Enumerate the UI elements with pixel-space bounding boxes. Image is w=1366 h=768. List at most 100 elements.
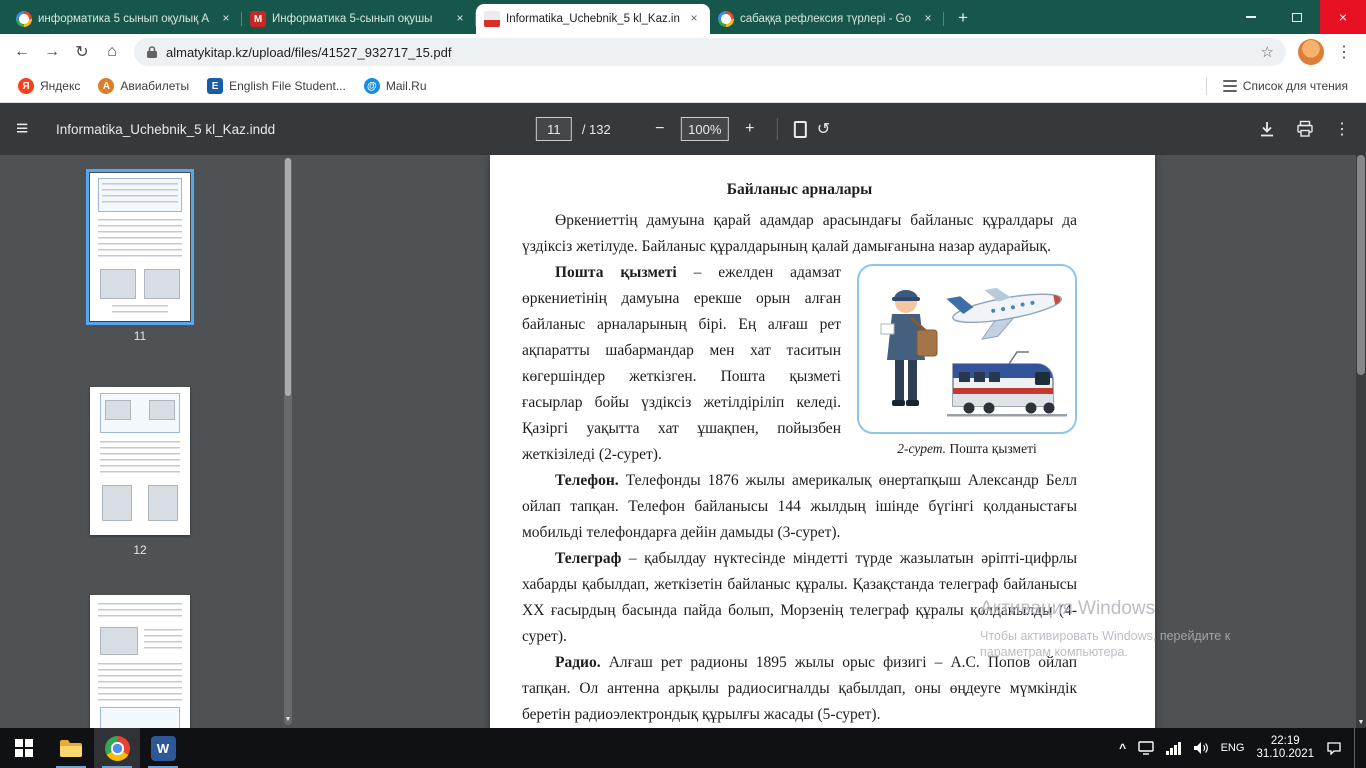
bookmark-star-icon[interactable]: ☆: [1261, 43, 1274, 61]
tab-informatika-site[interactable]: М Информатика 5-сынып оқушы ×: [242, 4, 476, 34]
signal-bars-icon[interactable]: [1166, 741, 1181, 755]
sidebar-scroll-down-icon[interactable]: ▼: [284, 716, 292, 723]
browser-menu-icon[interactable]: ⋮: [1330, 38, 1358, 66]
url-field[interactable]: almatykitap.kz/upload/files/41527_932717…: [134, 38, 1286, 66]
forward-icon[interactable]: →: [38, 38, 66, 66]
back-icon[interactable]: ←: [8, 38, 36, 66]
minimize-button[interactable]: [1228, 0, 1274, 34]
file-explorer-button[interactable]: [48, 728, 94, 768]
system-tray: ^ ENG 22:19 31.10.2021: [1119, 728, 1366, 768]
bookmark-english-file[interactable]: E English File Student...: [199, 74, 354, 98]
pdf-content-area: 11 12 ▼ Байланыс арналары Өркениеттің да…: [0, 155, 1366, 728]
thumbnail-page-number: 11: [133, 329, 147, 343]
bookmark-yandex[interactable]: Я Яндекс: [10, 74, 88, 98]
windows-logo-icon: [15, 739, 33, 757]
english-file-icon: E: [207, 78, 224, 94]
url-text: almatykitap.kz/upload/files/41527_932717…: [166, 44, 452, 60]
volume-icon[interactable]: [1193, 741, 1209, 755]
toolbar-separator: [776, 118, 778, 140]
paragraph-text: – ежелден адамзат өркениетінің дамуына е…: [522, 264, 841, 463]
thumbnail-image: [148, 485, 178, 521]
thumbnail-preview: [90, 387, 190, 535]
google-favicon: [718, 11, 734, 27]
close-window-button[interactable]: ×: [1320, 0, 1366, 34]
tab-close-icon[interactable]: ×: [686, 11, 702, 27]
bookmark-aviabilety[interactable]: А Авиабилеты: [90, 74, 197, 98]
sidebar-scrollbar[interactable]: ▼: [284, 158, 292, 725]
paragraph-lead: Телефон.: [555, 472, 619, 489]
start-button[interactable]: [0, 728, 48, 768]
thumbnail-page-number: 12: [133, 543, 147, 557]
paragraph-telegraf: Телеграф – қабылдау нүктесінде міндетті …: [522, 546, 1077, 650]
content-scrollbar[interactable]: ▼: [1356, 155, 1366, 728]
thumbnail-text: [144, 629, 182, 653]
figure-postal-service: 2-сурет. Пошта қызметі: [857, 264, 1077, 458]
page-total-label: / 132: [581, 121, 611, 137]
tab-refleksiya[interactable]: сабаққа рефлексия түрлері - Go ×: [710, 4, 944, 34]
chrome-button[interactable]: [94, 728, 140, 768]
zoom-in-button[interactable]: +: [739, 120, 761, 138]
hidden-icons-caret[interactable]: ^: [1119, 741, 1126, 755]
paragraph-text: Өркениеттің дамуына қарай адамдар арасын…: [522, 212, 1077, 255]
maximize-button[interactable]: [1274, 0, 1320, 34]
show-desktop-button[interactable]: [1354, 728, 1358, 768]
pdf-menu-icon[interactable]: ⋮: [1334, 119, 1350, 139]
word-icon: W: [150, 735, 176, 761]
thumbnail-image: [100, 269, 136, 299]
profile-avatar[interactable]: [1298, 39, 1324, 65]
pdf-page: Байланыс арналары Өркениеттің дамуына қа…: [490, 155, 1155, 728]
action-center-icon[interactable]: [1326, 741, 1342, 755]
print-icon[interactable]: [1296, 120, 1314, 138]
language-indicator[interactable]: ENG: [1221, 742, 1245, 754]
zoom-level[interactable]: 100%: [680, 117, 729, 141]
word-button[interactable]: W: [140, 728, 186, 768]
content-scroll-down-icon[interactable]: ▼: [1356, 719, 1366, 726]
reload-icon[interactable]: ↻: [68, 38, 96, 66]
zoom-out-button[interactable]: −: [649, 120, 671, 138]
content-scrollbar-thumb[interactable]: [1357, 155, 1365, 375]
home-icon[interactable]: ⌂: [98, 38, 126, 66]
thumbnail-sidebar: 11 12 ▼: [0, 155, 300, 728]
paragraph-lead: Пошта қызметі: [555, 264, 677, 281]
tab-title: Информатика 5-сынып оқушы: [272, 13, 433, 25]
address-bar: ← → ↻ ⌂ almatykitap.kz/upload/files/4152…: [0, 34, 1366, 70]
thumbnail-page-12[interactable]: 12: [88, 387, 192, 557]
new-tab-button[interactable]: +: [950, 5, 976, 31]
figure-caption-number: 2-сурет.: [897, 441, 947, 456]
sidebar-toggle-icon[interactable]: ≡: [16, 117, 50, 141]
bookmark-label: Яндекс: [40, 79, 81, 93]
tab-strip: информатика 5 сынып оқулық А × М Информа…: [0, 0, 1366, 34]
folder-icon: [60, 740, 82, 757]
bookmark-mailru[interactable]: @ Mail.Ru: [356, 74, 435, 98]
postman-plane-train-image: [880, 287, 1067, 417]
tab-title: информатика 5 сынып оқулық А: [38, 13, 210, 25]
thumbnail-text: [98, 603, 182, 621]
tab-close-icon[interactable]: ×: [218, 11, 234, 27]
paragraph-intro: Өркениеттің дамуына қарай адамдар арасын…: [522, 208, 1077, 260]
minimize-icon: [1246, 16, 1256, 18]
page-number-input[interactable]: 11: [535, 117, 572, 141]
download-icon[interactable]: [1258, 120, 1276, 138]
tab-pdf-active[interactable]: Informatika_Uchebnik_5 kl_Kaz.in ×: [476, 4, 710, 34]
fit-page-icon[interactable]: [793, 120, 807, 138]
tab-close-icon[interactable]: ×: [452, 11, 468, 27]
bookmark-label: English File Student...: [229, 79, 346, 93]
taskbar-clock[interactable]: 22:19 31.10.2021: [1256, 735, 1314, 761]
rotate-icon[interactable]: ↻: [817, 119, 830, 139]
browser-window: информатика 5 сынып оқулық А × М Информа…: [0, 0, 1366, 768]
sidebar-scrollbar-thumb[interactable]: [285, 158, 291, 397]
google-favicon: [16, 11, 32, 27]
network-icon[interactable]: [1138, 741, 1154, 755]
thumbnail-box: [98, 178, 182, 212]
tab-close-icon[interactable]: ×: [920, 11, 936, 27]
thumbnail-image: [102, 485, 132, 521]
thumbnail-page-11[interactable]: 11: [86, 169, 194, 343]
reading-list-button[interactable]: Список для чтения: [1215, 75, 1356, 97]
chrome-icon: [104, 735, 130, 761]
site-favicon: М: [250, 11, 266, 27]
bookmark-label: Авиабилеты: [120, 79, 190, 93]
tab-search-informatika[interactable]: информатика 5 сынып оқулық А ×: [8, 4, 242, 34]
clock-time: 22:19: [1270, 735, 1300, 747]
thumbnail-page-13[interactable]: [88, 595, 192, 728]
figure-caption-text: Пошта қызметі: [946, 441, 1037, 456]
